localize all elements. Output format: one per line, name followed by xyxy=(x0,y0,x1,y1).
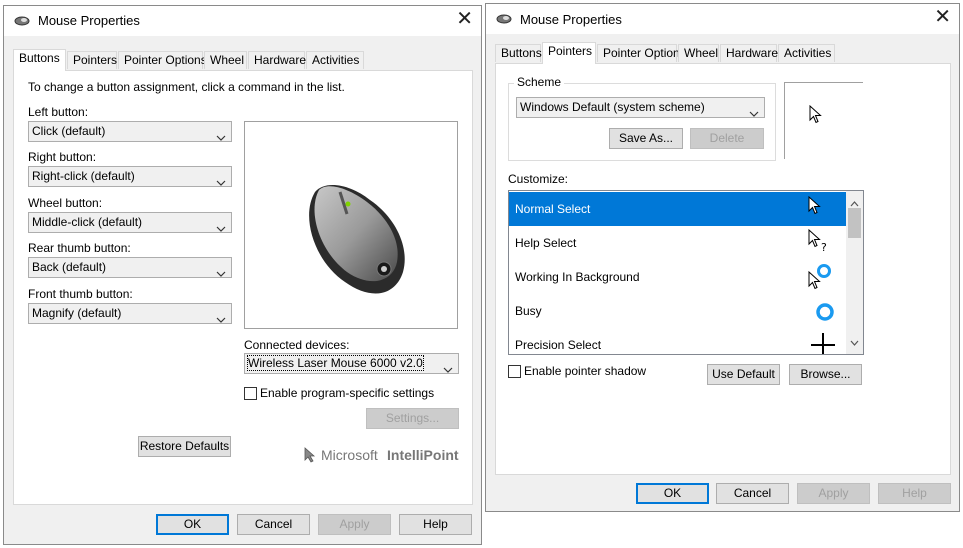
list-item[interactable]: Busy xyxy=(509,294,847,328)
cursor-name: Busy xyxy=(515,304,542,318)
tab-wheel[interactable]: Wheel xyxy=(204,51,247,69)
left-button-label: Left button: xyxy=(28,105,89,119)
restore-defaults-button[interactable]: Restore Defaults xyxy=(138,436,231,457)
front-thumb-label: Front thumb button: xyxy=(28,287,133,301)
tab-pointer-options[interactable]: Pointer Options xyxy=(597,44,686,62)
use-default-button[interactable]: Use Default xyxy=(707,364,780,385)
cursor-list[interactable]: Normal Select Help Select ? Working In B… xyxy=(508,190,864,355)
tab-buttons[interactable]: Buttons xyxy=(495,44,542,62)
front-thumb-select[interactable]: Magnify (default) xyxy=(28,303,232,324)
scroll-thumb[interactable] xyxy=(848,208,861,238)
pointer-logo-icon xyxy=(304,447,316,466)
chevron-down-icon xyxy=(216,264,226,283)
mouse-icon xyxy=(496,13,512,28)
help-button[interactable]: Help xyxy=(399,514,472,535)
rear-thumb-label: Rear thumb button: xyxy=(28,241,131,255)
list-item[interactable]: Working In Background xyxy=(509,260,847,294)
cursor-preview-box xyxy=(784,82,863,159)
settings-button[interactable]: Settings... xyxy=(366,408,459,429)
connected-devices-select[interactable]: Wireless Laser Mouse 6000 v2.0 xyxy=(244,353,459,374)
tab-buttons[interactable]: Buttons xyxy=(13,49,66,71)
wheel-button-value: Middle-click (default) xyxy=(32,215,143,229)
right-close-icon[interactable]: ✕ xyxy=(934,7,951,27)
save-as-button[interactable]: Save As... xyxy=(609,128,683,149)
wheel-button-label: Wheel button: xyxy=(28,196,103,210)
left-tab-panel: To change a button assignment, click a c… xyxy=(13,70,473,505)
intellipoint-logo-text: IntelliPoint xyxy=(387,447,459,463)
microsoft-logo-text: Microsoft xyxy=(321,447,378,463)
chevron-down-icon xyxy=(216,173,226,192)
customize-label: Customize: xyxy=(508,172,569,186)
left-tab-bar: Buttons Pointers Pointer Options Wheel H… xyxy=(13,49,473,71)
rear-thumb-value: Back (default) xyxy=(32,260,107,274)
instruction-text: To change a button assignment, click a c… xyxy=(28,80,345,94)
cancel-button[interactable]: Cancel xyxy=(237,514,310,535)
cursor-name: Normal Select xyxy=(515,202,591,216)
left-dialog-window: Mouse Properties ✕ Buttons Pointers Poin… xyxy=(3,5,482,545)
chevron-down-icon xyxy=(443,360,453,379)
right-button-label: Right button: xyxy=(28,150,97,164)
mouse-device-image xyxy=(309,185,405,294)
pointer-shadow-label: Enable pointer shadow xyxy=(524,364,647,378)
right-button-select[interactable]: Right-click (default) xyxy=(28,166,232,187)
list-item[interactable]: Normal Select xyxy=(509,192,847,226)
left-title-bar[interactable]: Mouse Properties ✕ xyxy=(4,6,481,36)
right-button-value: Right-click (default) xyxy=(32,169,135,183)
arrow-cursor-icon xyxy=(808,195,822,229)
scheme-group xyxy=(508,83,776,161)
tab-pointers[interactable]: Pointers xyxy=(542,42,596,64)
ok-button[interactable]: OK xyxy=(156,514,229,535)
chevron-down-icon xyxy=(216,128,226,147)
scheme-group-label: Scheme xyxy=(514,75,565,89)
right-tab-bar: Buttons Pointers Pointer Options Wheel H… xyxy=(495,42,951,64)
wheel-button-select[interactable]: Middle-click (default) xyxy=(28,212,232,233)
cursor-name: Precision Select xyxy=(515,338,602,352)
mouse-icon xyxy=(14,15,30,30)
rear-thumb-select[interactable]: Back (default) xyxy=(28,257,232,278)
tab-hardware[interactable]: Hardware xyxy=(248,51,306,69)
right-dialog-window: Mouse Properties ✕ Buttons Pointers Poin… xyxy=(485,3,960,512)
scheme-select[interactable]: Windows Default (system scheme) xyxy=(516,97,765,118)
right-window-title: Mouse Properties xyxy=(520,12,622,27)
cursor-name: Help Select xyxy=(515,236,577,250)
right-tab-panel: Scheme Windows Default (system scheme) S… xyxy=(495,63,951,475)
enable-program-specific-label: Enable program-specific settings xyxy=(260,386,435,400)
enable-program-specific-checkbox[interactable] xyxy=(244,387,257,400)
cancel-button[interactable]: Cancel xyxy=(716,483,789,504)
chevron-down-icon xyxy=(216,310,226,329)
right-title-bar[interactable]: Mouse Properties ✕ xyxy=(486,4,959,34)
tab-activities[interactable]: Activities xyxy=(306,51,364,69)
left-window-title: Mouse Properties xyxy=(38,13,140,28)
front-thumb-value: Magnify (default) xyxy=(32,306,122,320)
cursor-name: Working In Background xyxy=(515,270,640,284)
chevron-down-icon xyxy=(216,219,226,238)
help-button[interactable]: Help xyxy=(878,483,951,504)
connected-devices-label: Connected devices: xyxy=(244,338,350,352)
tab-hardware[interactable]: Hardware xyxy=(720,44,778,62)
tab-activities[interactable]: Activities xyxy=(778,44,835,62)
browse-button[interactable]: Browse... xyxy=(789,364,862,385)
apply-button[interactable]: Apply xyxy=(318,514,391,535)
chevron-down-icon xyxy=(850,335,859,349)
tab-pointer-options[interactable]: Pointer Options xyxy=(118,51,207,69)
mouse-image-frame xyxy=(244,121,458,329)
ok-button[interactable]: OK xyxy=(636,483,709,504)
left-button-value: Click (default) xyxy=(32,124,106,138)
tab-wheel[interactable]: Wheel xyxy=(678,44,719,62)
delete-button[interactable]: Delete xyxy=(690,128,764,149)
svg-text:?: ? xyxy=(821,241,827,253)
apply-button[interactable]: Apply xyxy=(797,483,870,504)
crosshair-cursor-icon xyxy=(811,333,835,354)
pointer-shadow-checkbox[interactable] xyxy=(508,365,521,378)
list-item[interactable]: Help Select ? xyxy=(509,226,847,260)
tab-pointers[interactable]: Pointers xyxy=(67,51,117,69)
left-button-select[interactable]: Click (default) xyxy=(28,121,232,142)
left-close-icon[interactable]: ✕ xyxy=(456,9,473,29)
chevron-down-icon xyxy=(749,104,759,123)
scheme-value: Windows Default (system scheme) xyxy=(520,100,705,114)
list-scrollbar[interactable] xyxy=(846,191,863,354)
connected-devices-value: Wireless Laser Mouse 6000 v2.0 xyxy=(247,355,424,371)
list-item[interactable]: Precision Select xyxy=(509,328,847,354)
arrow-cursor-icon xyxy=(809,104,823,128)
